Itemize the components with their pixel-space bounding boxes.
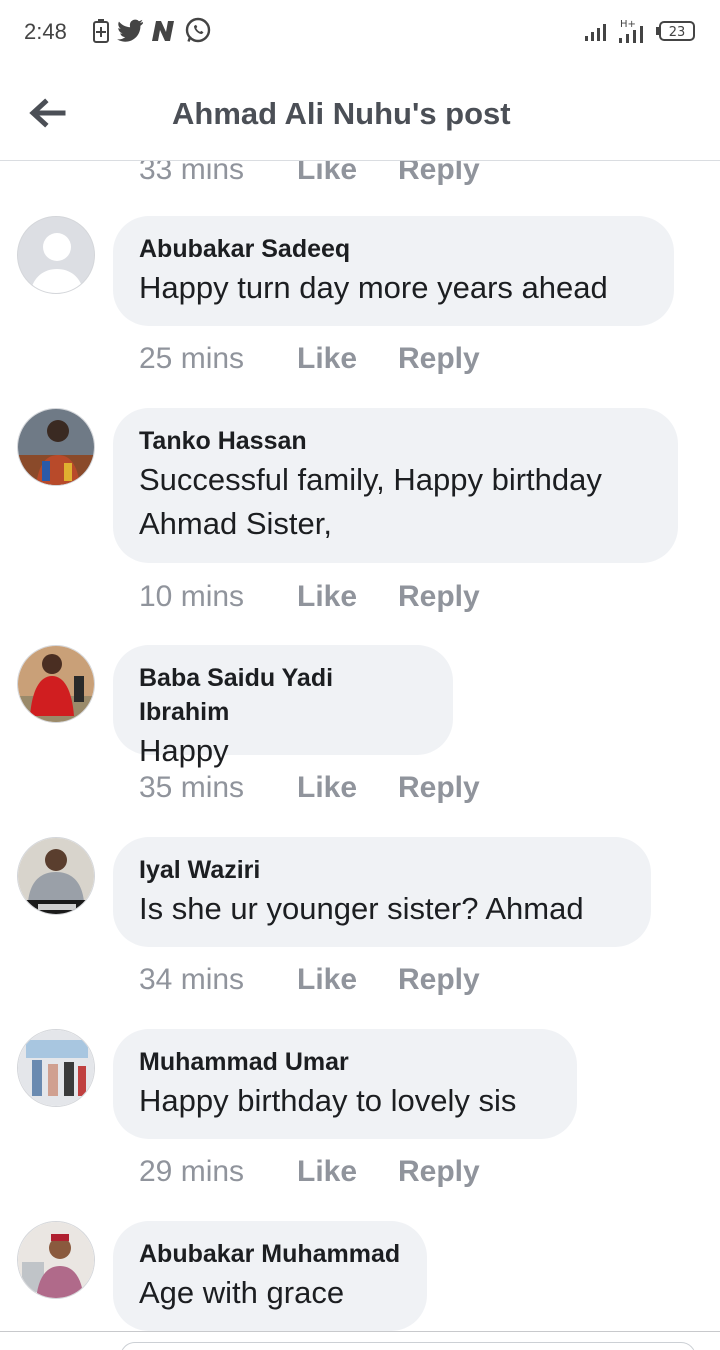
like-button[interactable]: Like [297, 963, 398, 997]
avatar[interactable] [17, 1221, 95, 1299]
comment-author[interactable]: Abubakar Sadeeq [139, 232, 648, 266]
reply-button[interactable]: Reply [398, 963, 480, 997]
nairaland-icon [150, 19, 178, 48]
comment-author[interactable]: Abubakar Muhammad [139, 1237, 401, 1271]
comment-bubble: Muhammad Umar Happy birthday to lovely s… [113, 1029, 577, 1139]
network-hplus-icon: H+ [618, 18, 648, 49]
comment-time: 10 mins [139, 580, 245, 613]
comment-author[interactable]: Tanko Hassan [139, 424, 652, 458]
reply-button[interactable]: Reply [398, 580, 480, 614]
avatar[interactable] [17, 1029, 95, 1107]
comments-list: 33 mins Like Reply Abubakar Sadeeq Happy… [0, 161, 720, 1331]
comment-meta-row: 29 mins Like Reply [139, 1155, 480, 1189]
comment-text-line: Successful family, Happy birthday [139, 462, 602, 497]
status-icons-left [92, 17, 212, 50]
post-header: Ahmad Ali Nuhu's post [0, 64, 720, 161]
comment-author[interactable]: Iyal Waziri [139, 853, 625, 887]
comment-text: Happy turn day more years ahead [139, 270, 608, 305]
comment-author[interactable]: Baba Saidu Yadi Ibrahim [139, 661, 427, 729]
status-bar: 2:48 H+ 23 [0, 0, 720, 64]
comment-bubble: Tanko Hassan Successful family, Happy bi… [113, 408, 678, 563]
signal-icon [584, 20, 610, 47]
status-icons-right: H+ 23 [584, 18, 696, 49]
battery-saver-icon [92, 18, 110, 49]
battery-icon: 23 [656, 20, 696, 47]
comment-text: Happy [139, 733, 229, 768]
comment-composer-input[interactable] [120, 1342, 696, 1350]
comment-time: 34 mins [139, 963, 245, 996]
comment-meta-row: 25 mins Like Reply [139, 342, 480, 376]
twitter-icon [116, 19, 144, 48]
comment-time: 25 mins [139, 342, 245, 375]
comment-time: 29 mins [139, 1155, 245, 1188]
avatar[interactable] [17, 837, 95, 915]
composer-divider [0, 1331, 720, 1332]
page-title: Ahmad Ali Nuhu's post [172, 96, 511, 131]
comment-meta-row: 34 mins Like Reply [139, 963, 480, 997]
reply-button[interactable]: Reply [398, 342, 480, 376]
comment-bubble: Abubakar Sadeeq Happy turn day more year… [113, 216, 674, 326]
comment-bubble: Iyal Waziri Is she ur younger sister? Ah… [113, 837, 651, 947]
arrow-left-icon [29, 98, 66, 128]
comment-time: 35 mins [139, 771, 245, 804]
like-button[interactable]: Like [297, 1155, 398, 1189]
network-label: H+ [620, 19, 636, 30]
comment-text: Happy birthday to lovely sis [139, 1083, 517, 1118]
comment-text-line: Ahmad Sister, [139, 506, 332, 541]
battery-level: 23 [669, 25, 686, 40]
like-button[interactable]: Like [297, 580, 398, 614]
like-button[interactable]: Like [297, 771, 398, 805]
default-avatar[interactable] [17, 216, 95, 294]
reply-button[interactable]: Reply [398, 771, 480, 805]
avatar[interactable] [17, 645, 95, 723]
comment-meta-row: 35 mins Like Reply [139, 771, 480, 805]
comment-bubble: Baba Saidu Yadi Ibrahim Happy [113, 645, 453, 768]
whatsapp-icon [184, 17, 212, 50]
comment-meta-row: 10 mins Like Reply [139, 580, 480, 614]
back-button[interactable] [24, 90, 70, 136]
avatar[interactable] [17, 408, 95, 486]
comment-meta-row: 33 mins Like Reply [139, 161, 480, 187]
comment-text: Is she ur younger sister? Ahmad [139, 891, 584, 926]
comment-text: Age with grace [139, 1275, 345, 1310]
status-time: 2:48 [24, 19, 67, 44]
reply-button[interactable]: Reply [398, 161, 480, 187]
comment-time: 33 mins [139, 161, 245, 186]
comment-author[interactable]: Muhammad Umar [139, 1045, 551, 1079]
comment-bubble: Abubakar Muhammad Age with grace [113, 1221, 427, 1331]
reply-button[interactable]: Reply [398, 1155, 480, 1189]
like-button[interactable]: Like [297, 161, 398, 187]
like-button[interactable]: Like [297, 342, 398, 376]
